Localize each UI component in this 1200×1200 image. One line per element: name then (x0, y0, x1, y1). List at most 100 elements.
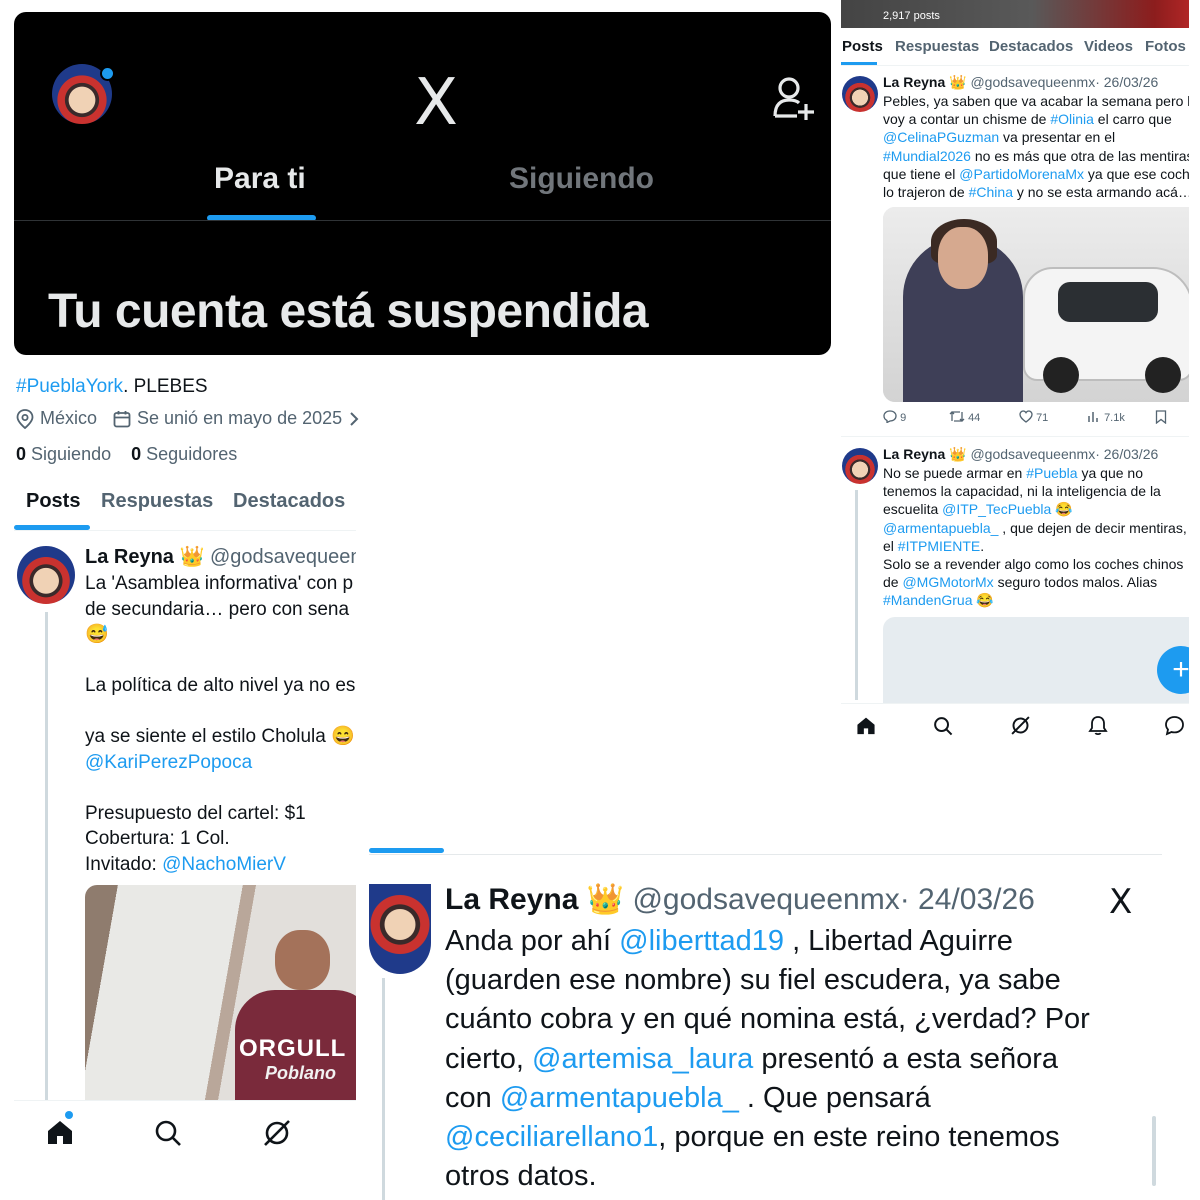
post-author: La Reyna 👑 @godsavequeenmx· 26/03/26 (883, 74, 1158, 91)
search-icon[interactable] (933, 716, 953, 736)
post-line: La política de alto nivel ya no es (85, 675, 356, 696)
repost-button[interactable]: 44 (949, 410, 980, 424)
tab-fotos[interactable]: Fotos (1145, 38, 1186, 55)
tab-posts[interactable]: Posts (26, 490, 80, 513)
author-handle[interactable]: @godsavequeenmx (970, 74, 1095, 90)
author-name[interactable]: La Reyna (85, 546, 174, 568)
avatar[interactable] (17, 546, 75, 604)
tab-destacados[interactable]: Destacados (233, 490, 345, 513)
suspended-banner: Tu cuenta está suspendida (48, 285, 649, 338)
post-date: · 24/03/26 (899, 883, 1035, 916)
mention-link[interactable]: @CelinaPGuzman (883, 129, 999, 145)
text: 😂 (1051, 501, 1073, 518)
hashtag-link[interactable]: #Puebla (1026, 465, 1077, 481)
x-logo-icon[interactable]: X (406, 68, 466, 138)
author-handle[interactable]: @godsavequeenmx (970, 446, 1095, 462)
crown-emoji: 👑 (586, 883, 625, 916)
scrollbar[interactable] (1152, 1116, 1156, 1186)
location-icon (16, 408, 34, 429)
hashtag-link[interactable]: #MandenGrua (883, 592, 973, 608)
following-count[interactable]: 0 (16, 444, 26, 464)
author-handle[interactable]: @godsavequeen (210, 546, 356, 568)
tab-posts[interactable]: Posts (842, 38, 883, 55)
post-line: lo trajeron de #China y no se esta arman… (883, 183, 1189, 201)
mention-link[interactable]: @NachoMierV (162, 854, 286, 875)
grok-icon[interactable] (1010, 715, 1031, 736)
text: no es más que otra de las mentiras (970, 147, 1189, 164)
text: lo trajeron de (883, 183, 969, 200)
mention-link[interactable]: @ceciliarellano1 (445, 1121, 658, 1153)
post-line: el #ITPMIENTE. (883, 537, 1189, 555)
post-line: (guarden ese nombre) su fiel escudera, y… (445, 964, 1061, 997)
tab-siguiendo[interactable]: Siguiendo (509, 162, 654, 196)
image-wheel (1145, 357, 1181, 393)
following-label[interactable]: Siguiendo (31, 444, 111, 464)
author-name[interactable]: La Reyna (883, 74, 945, 90)
text: 😂 (972, 592, 994, 609)
profile-banner: 2,917 posts (841, 0, 1189, 28)
mention-link[interactable]: @MGMotorMx (902, 574, 993, 590)
tab-destacados[interactable]: Destacados (989, 38, 1073, 55)
invitado-label: Invitado: (85, 853, 163, 875)
text: ya que no (1077, 465, 1143, 481)
hashtag-link[interactable]: #Olinia (1050, 111, 1094, 127)
thread-line (45, 612, 48, 1100)
post-image[interactable]: ORGULL Poblano (85, 885, 356, 1100)
post-image-placeholder[interactable] (883, 617, 1189, 707)
post-text: No se puede armar en #Puebla ya que no t… (883, 464, 1189, 610)
mention-link[interactable]: @PartidoMorenaMx (959, 166, 1084, 182)
notification-dot (100, 66, 115, 81)
crown-emoji: 👑 (179, 546, 205, 568)
message-icon[interactable] (1164, 715, 1185, 736)
home-icon[interactable] (856, 716, 876, 735)
avatar[interactable] (842, 448, 878, 484)
bookmark-icon[interactable] (1155, 410, 1167, 424)
followers-count[interactable]: 0 (131, 444, 141, 464)
tab-respuestas[interactable]: Respuestas (895, 38, 979, 55)
hashtag-link[interactable]: #China (969, 184, 1013, 200)
followers-label[interactable]: Seguidores (146, 444, 237, 464)
avatar[interactable] (369, 884, 431, 974)
add-user-icon[interactable] (772, 74, 816, 124)
post-image[interactable] (883, 207, 1189, 402)
grok-icon[interactable] (262, 1118, 292, 1148)
text: el (883, 537, 898, 554)
chevron-right-icon[interactable] (348, 411, 360, 427)
bio-hashtag[interactable]: #PueblaYork (16, 376, 123, 397)
hashtag-link[interactable]: #ITPMIENTE (898, 538, 980, 554)
mention-link[interactable]: @armentapuebla_ (883, 520, 998, 536)
mention-link[interactable]: @armentapuebla_ (500, 1082, 739, 1114)
reply-count: 9 (900, 412, 907, 424)
post-line (85, 775, 356, 801)
home-icon[interactable] (46, 1119, 74, 1145)
hashtag-link[interactable]: #Mundial2026 (883, 148, 971, 164)
author-name[interactable]: La Reyna (883, 446, 945, 462)
views-button[interactable]: 7.1k (1087, 410, 1125, 424)
post-line: @armentapuebla_ , que dejen de decir men… (883, 519, 1189, 537)
author-handle[interactable]: @godsavequeenmx (632, 883, 899, 916)
text: de (883, 574, 903, 591)
active-tab-indicator (369, 848, 444, 853)
avatar[interactable] (842, 76, 878, 112)
like-button[interactable]: 71 (1019, 410, 1048, 424)
tab-para-ti[interactable]: Para ti (214, 162, 306, 196)
post-line: otros datos. (445, 1160, 597, 1193)
text: voy a contar un chisme de (883, 111, 1051, 128)
mention-link[interactable]: @ITP_TecPuebla (942, 501, 1051, 517)
reply-button[interactable]: 9 (883, 410, 906, 424)
mention-link[interactable]: @liberttad19 (619, 925, 784, 957)
post-line: Solo se a revender algo como los coches … (883, 555, 1184, 572)
search-icon[interactable] (154, 1119, 182, 1147)
tab-respuestas[interactable]: Respuestas (101, 490, 213, 513)
mention-link[interactable]: @KariPerezPopoca (85, 750, 356, 776)
post-line: escuelita @ITP_TecPuebla 😂 (883, 500, 1189, 518)
mention-link[interactable]: @artemisa_laura (532, 1043, 753, 1075)
divider (841, 436, 1189, 437)
bio-text: . PLEBES (123, 376, 208, 397)
post[interactable]: La Reyna 👑 @godsavequeen La 'Asamblea in… (14, 540, 356, 1100)
views-count: 7.1k (1104, 412, 1125, 424)
profile-bio: #PueblaYork. PLEBES (16, 376, 208, 398)
tab-videos[interactable]: Videos (1084, 38, 1133, 55)
author-name[interactable]: La Reyna (445, 883, 578, 916)
bell-icon[interactable] (1088, 715, 1108, 736)
